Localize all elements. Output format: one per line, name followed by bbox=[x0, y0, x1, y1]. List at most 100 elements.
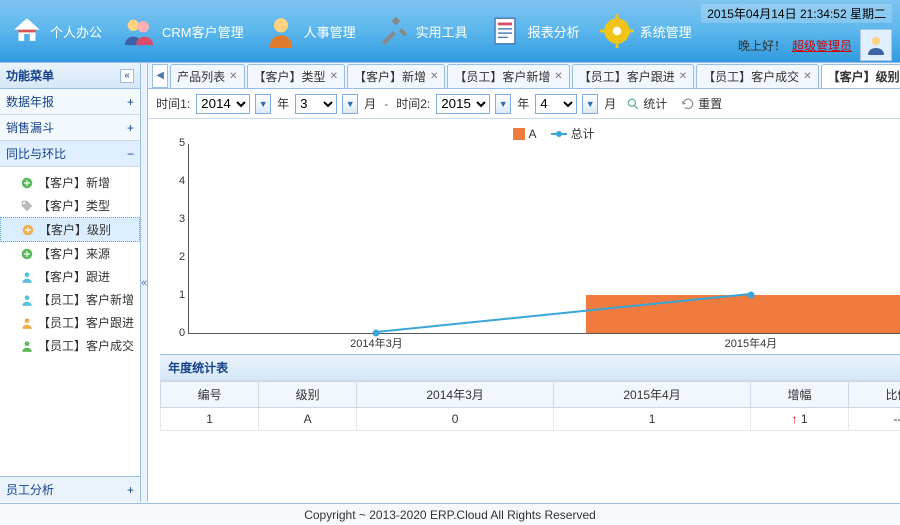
acc-data-year[interactable]: 数据年报 + bbox=[0, 89, 140, 115]
nav-label: 个人办公 bbox=[50, 22, 102, 41]
time1-year-select[interactable]: 2014 bbox=[196, 94, 250, 114]
dropdown-icon[interactable]: ▼ bbox=[342, 94, 358, 114]
time2-label: 时间2: bbox=[396, 95, 430, 112]
tree-item[interactable]: 【员工】客户跟进 bbox=[0, 311, 140, 334]
legend-swatch-bar bbox=[513, 128, 525, 140]
tree-item[interactable]: 【客户】来源 bbox=[0, 242, 140, 265]
current-user-link[interactable]: 超级管理员 bbox=[792, 37, 852, 54]
tab-label: 【客户】新增 bbox=[354, 68, 426, 85]
acc-employee-analysis[interactable]: 员工分析 + bbox=[0, 476, 140, 502]
time2-month-select[interactable]: 4 bbox=[535, 94, 577, 114]
nav-label: 系统管理 bbox=[640, 22, 692, 41]
tree-item[interactable]: 【客户】类型 bbox=[0, 194, 140, 217]
sidebar-collapse-handle[interactable]: « bbox=[141, 63, 148, 502]
expand-icon[interactable]: + bbox=[127, 121, 134, 135]
table-row: 1A01↑ 1-- bbox=[161, 408, 900, 431]
nav-personal-office[interactable]: 个人办公 bbox=[8, 12, 102, 50]
legend-swatch-line bbox=[551, 133, 567, 135]
acc-sales-funnel[interactable]: 销售漏斗 + bbox=[0, 115, 140, 141]
tab-label: 【员工】客户新增 bbox=[454, 68, 550, 85]
tree-item[interactable]: 【员工】客户新增 bbox=[0, 288, 140, 311]
acc-label: 同比与环比 bbox=[6, 145, 66, 162]
stats-label: 统计 bbox=[643, 95, 667, 112]
expand-icon[interactable]: + bbox=[127, 483, 134, 497]
time2-year-select[interactable]: 2015 bbox=[436, 94, 490, 114]
copyright: Copyright ~ 2013-2020 ERP.Cloud All Righ… bbox=[304, 508, 596, 522]
close-icon[interactable]: ✕ bbox=[803, 71, 811, 82]
nav-system[interactable]: 系统管理 bbox=[598, 12, 692, 50]
table-header: 增幅 bbox=[751, 382, 849, 408]
orange-plus-icon bbox=[21, 223, 35, 237]
reset-label: 重置 bbox=[698, 95, 722, 112]
close-icon[interactable]: ✕ bbox=[679, 71, 687, 82]
close-icon[interactable]: ✕ bbox=[554, 71, 562, 82]
tag-icon bbox=[20, 199, 34, 213]
avatar[interactable] bbox=[860, 29, 892, 61]
y-tick: 2 bbox=[165, 251, 185, 263]
tab[interactable]: 【员工】客户新增 ✕ bbox=[447, 64, 569, 88]
tab[interactable]: 产品列表✕ bbox=[170, 64, 244, 88]
dropdown-icon[interactable]: ▼ bbox=[255, 94, 271, 114]
search-icon bbox=[626, 97, 640, 111]
tab-label: 【客户】类型 bbox=[254, 68, 326, 85]
tab[interactable]: 【客户】级别✕ bbox=[821, 64, 900, 88]
table-header: 2015年4月 bbox=[554, 382, 751, 408]
user-orange-icon bbox=[20, 316, 34, 330]
tab[interactable]: 【员工】客户成交✕ bbox=[696, 64, 818, 88]
tab-strip: ◀ 产品列表✕【客户】类型✕【客户】新增✕【员工】客户新增✕【员工】客户跟进✕【… bbox=[148, 63, 900, 89]
acc-compare[interactable]: 同比与环比 − bbox=[0, 141, 140, 167]
acc-label: 销售漏斗 bbox=[6, 119, 54, 136]
table-header: 编号 bbox=[161, 382, 259, 408]
stats-button[interactable]: 统计 bbox=[622, 93, 671, 114]
close-icon[interactable]: ✕ bbox=[229, 71, 237, 82]
time1-month-select[interactable]: 3 bbox=[295, 94, 337, 114]
dropdown-icon[interactable]: ▼ bbox=[495, 94, 511, 114]
chart-panel: A 总计 0123452014年3月2015年4月 年度统计表 编号级别2014… bbox=[148, 119, 900, 502]
table-header: 2014年3月 bbox=[357, 382, 554, 408]
year-unit: 年 bbox=[277, 95, 289, 112]
tree-item-label: 【员工】客户跟进 bbox=[38, 314, 134, 331]
tree-item-label: 【客户】来源 bbox=[38, 245, 110, 262]
tree-item-label: 【员工】客户成交 bbox=[38, 337, 134, 354]
nav-label: 报表分析 bbox=[528, 22, 580, 41]
user-green-icon bbox=[20, 339, 34, 353]
acc-label: 数据年报 bbox=[6, 93, 54, 110]
sidebar: 功能菜单 « 数据年报 + 销售漏斗 + 同比与环比 − 【客户】新增【客户】类… bbox=[0, 63, 141, 502]
nav-label: 实用工具 bbox=[416, 22, 468, 41]
table-title: 年度统计表 bbox=[160, 355, 900, 381]
x-label: 2014年3月 bbox=[350, 335, 403, 351]
tree-item-label: 【客户】跟进 bbox=[38, 268, 110, 285]
gear-icon bbox=[598, 12, 636, 50]
content-area: ◀ 产品列表✕【客户】类型✕【客户】新增✕【员工】客户新增✕【员工】客户跟进✕【… bbox=[148, 63, 900, 502]
sidebar-title-text: 功能菜单 bbox=[6, 67, 54, 84]
tab-label: 【客户】级别 bbox=[828, 68, 900, 85]
dropdown-icon[interactable]: ▼ bbox=[582, 94, 598, 114]
nav-crm[interactable]: CRM客户管理 bbox=[120, 12, 244, 50]
expand-icon[interactable]: + bbox=[127, 95, 134, 109]
close-icon[interactable]: ✕ bbox=[330, 71, 338, 82]
y-tick: 3 bbox=[165, 213, 185, 225]
tree-item[interactable]: 【客户】跟进 bbox=[0, 265, 140, 288]
nav-hr[interactable]: 人事管理 bbox=[262, 12, 356, 50]
reset-button[interactable]: 重置 bbox=[677, 93, 726, 114]
tree-item[interactable]: 【客户】新增 bbox=[0, 171, 140, 194]
collapse-sidebar-icon[interactable]: « bbox=[120, 69, 134, 83]
tab[interactable]: 【客户】新增 ✕ bbox=[347, 64, 445, 88]
top-navbar: 个人办公 CRM客户管理 人事管理 实用工具 报表分析 系统管理 2015年04… bbox=[0, 0, 900, 62]
tab[interactable]: 【员工】客户跟进✕ bbox=[572, 64, 694, 88]
nav-tools[interactable]: 实用工具 bbox=[374, 12, 468, 50]
month-unit: 月 bbox=[364, 95, 376, 112]
collapse-icon[interactable]: − bbox=[127, 147, 134, 161]
close-icon[interactable]: ✕ bbox=[430, 71, 438, 82]
tree-item-label: 【客户】类型 bbox=[38, 197, 110, 214]
users-icon bbox=[120, 12, 158, 50]
y-tick: 0 bbox=[165, 327, 185, 339]
tree-item[interactable]: 【员工】客户成交 bbox=[0, 334, 140, 357]
tab[interactable]: 【客户】类型 ✕ bbox=[247, 64, 345, 88]
nav-reports[interactable]: 报表分析 bbox=[486, 12, 580, 50]
tab-scroll-left[interactable]: ◀ bbox=[152, 64, 168, 88]
tree-item[interactable]: 【客户】级别 bbox=[0, 217, 140, 242]
time1-label: 时间1: bbox=[156, 95, 190, 112]
tools-icon bbox=[374, 12, 412, 50]
home-icon bbox=[8, 12, 46, 50]
